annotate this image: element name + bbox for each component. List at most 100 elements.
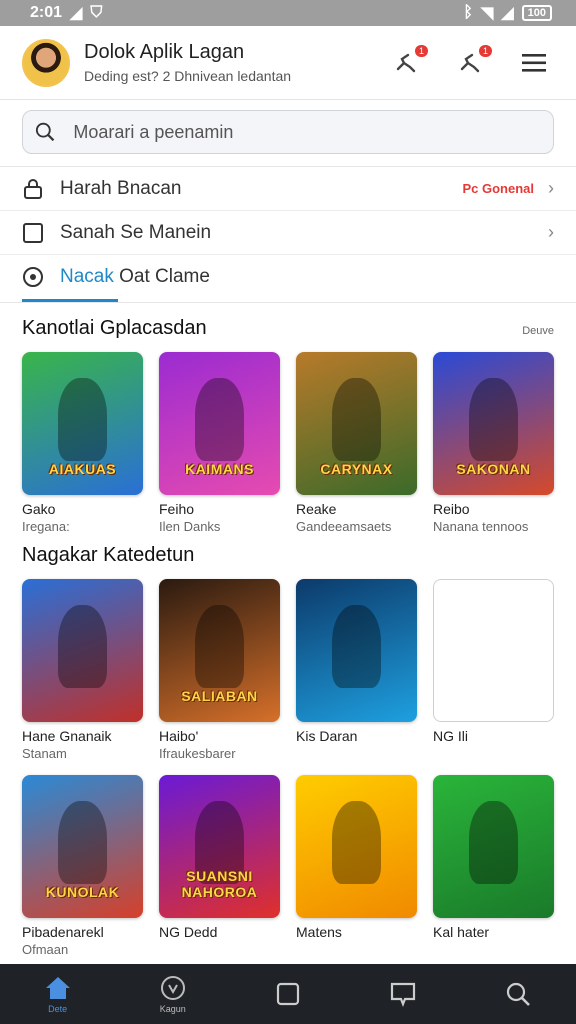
app-subtitle: Deding est? 2 Dhnivean ledantan: [84, 68, 292, 84]
app-thumbnail[interactable]: CARYNAX: [296, 352, 417, 495]
app-thumbnail[interactable]: [433, 775, 554, 918]
app-thumbnail[interactable]: AIAKUAS: [22, 352, 143, 495]
character-art: [332, 604, 381, 688]
notification-badge: 1: [414, 44, 428, 57]
app-card[interactable]: NG Ili: [433, 579, 554, 761]
app-thumbnail[interactable]: [433, 579, 554, 722]
app-card[interactable]: AIAKUAS Gako Iregana:: [22, 352, 143, 534]
nav-home[interactable]: Dete: [18, 975, 98, 1014]
app-card[interactable]: CARYNAX Reake Gandeeamsaets: [296, 352, 417, 534]
app-name: Kal hater: [433, 924, 490, 940]
notification-button-2[interactable]: 1: [450, 43, 492, 83]
notification-button-1[interactable]: 1: [386, 43, 428, 83]
menu-item-label: Sanah Se Manein: [60, 221, 212, 243]
app-subtitle: Gandeeamsaets: [296, 519, 392, 534]
app-card[interactable]: KUNOLAK Pibadenarekl Ofmaan: [22, 775, 143, 957]
app-grid-3: KUNOLAK Pibadenarekl Ofmaan SUANSNI NAHOROA…: [0, 775, 576, 957]
app-name: NG Ili: [433, 728, 468, 744]
bluetooth-icon: ᛒ: [463, 4, 474, 21]
divider: [0, 302, 576, 303]
nav-square[interactable]: [248, 981, 328, 1007]
menu-button[interactable]: [514, 43, 554, 83]
nav-search[interactable]: [478, 981, 558, 1007]
app-name: NG Dedd: [159, 924, 218, 940]
lock-icon: [24, 178, 42, 199]
section-header-2: Nagakar Katedetun: [0, 544, 576, 567]
battery-icon: 100: [521, 5, 552, 21]
nav-chat[interactable]: [363, 981, 443, 1007]
app-subtitle: Iregana:: [22, 519, 70, 534]
shield-icon: ⛉: [90, 4, 103, 21]
nav-badge[interactable]: Kagun: [133, 975, 213, 1014]
app-thumbnail[interactable]: KUNOLAK: [22, 775, 143, 918]
app-card[interactable]: SAKONAN Reibo Nanana tennoos: [433, 352, 554, 534]
app-thumbnail[interactable]: KAIMANS: [159, 352, 280, 495]
app-card[interactable]: Hane Gnanaik Stanam: [22, 579, 143, 761]
character-art: [469, 377, 518, 461]
menu-item-label-highlight: Nacak: [60, 266, 114, 287]
menu-item-label: Nacak Oat Clame: [60, 266, 554, 288]
app-subtitle: Ilen Danks: [159, 519, 221, 534]
hamburger-icon: [522, 53, 546, 72]
menu-item-label-rest: Oat Clame: [113, 266, 210, 287]
chevron-right-icon: ›: [548, 222, 554, 242]
search-input[interactable]: [73, 121, 541, 143]
app-name: Matens: [296, 924, 342, 940]
app-card[interactable]: SUANSNI NAHOROA NG Dedd: [159, 775, 280, 957]
menu-item-tag: Pc Gonenal: [462, 181, 534, 196]
app-card[interactable]: Kal hater: [433, 775, 554, 957]
app-name: Reibo: [433, 501, 470, 517]
app-header: Dolok Aplik Lagan Deding est? 2 Dhnivean…: [0, 26, 576, 100]
app-name: Haibo': [159, 728, 199, 744]
thumbnail-title: CARYNAX: [320, 461, 393, 477]
notification-badge: 1: [478, 44, 492, 57]
menu-item-1[interactable]: Harah Bnacan Pc Gonenal ›: [0, 167, 576, 211]
app-subtitle: Stanam: [22, 746, 67, 761]
search-bar[interactable]: [22, 110, 554, 154]
search-icon: [35, 122, 55, 142]
app-subtitle: Ifraukesbarer: [159, 746, 236, 761]
menu-item-2[interactable]: Sanah Se Manein ›: [0, 211, 576, 255]
app-card[interactable]: SALIABAN Haibo' Ifraukesbarer: [159, 579, 280, 761]
character-art: [469, 800, 518, 884]
app-grid-1: AIAKUAS Gako Iregana: KAIMANS Feiho Ilen Dank…: [0, 352, 576, 534]
checkbox-icon: [23, 222, 43, 243]
thumbnail-title: KUNOLAK: [45, 884, 120, 900]
character-art: [332, 800, 381, 884]
app-title: Dolok Aplik Lagan: [84, 41, 245, 63]
app-thumbnail[interactable]: [296, 579, 417, 722]
character-art: [58, 377, 107, 461]
badge-icon: [160, 975, 185, 1000]
app-thumbnail[interactable]: SAKONAN: [433, 352, 554, 495]
cell-icon: ◢: [501, 5, 514, 22]
nav-label: Kagun: [159, 1003, 186, 1014]
app-thumbnail[interactable]: SALIABAN: [159, 579, 280, 722]
home-icon: [45, 976, 70, 999]
app-card[interactable]: KAIMANS Feiho Ilen Danks: [159, 352, 280, 534]
app-name: Reake: [296, 501, 337, 517]
square-icon: [276, 982, 300, 1006]
character-art: [332, 377, 381, 461]
app-thumbnail[interactable]: [22, 579, 143, 722]
see-more-link[interactable]: Deuve: [522, 325, 554, 337]
thumbnail-title: SALIABAN: [181, 688, 258, 704]
avatar[interactable]: [22, 38, 70, 87]
character-art: [58, 800, 107, 884]
app-card[interactable]: Kis Daran: [296, 579, 417, 761]
thumbnail-title: SUANSNI NAHOROA: [181, 868, 258, 900]
app-thumbnail[interactable]: SUANSNI NAHOROA: [159, 775, 280, 918]
app-name: Hane Gnanaik: [22, 728, 112, 744]
menu-item-label: Harah Bnacan: [60, 177, 182, 199]
app-name: Kis Daran: [296, 728, 358, 744]
app-subtitle: Ofmaan: [22, 942, 69, 957]
app-thumbnail[interactable]: [296, 775, 417, 918]
app-name: Gako: [22, 501, 56, 517]
character-art: [195, 604, 244, 688]
title-block: Dolok Aplik Lagan Deding est? 2 Dhnivean…: [84, 41, 362, 84]
menu-list: Harah Bnacan Pc Gonenal › Sanah Se Manei…: [0, 166, 576, 303]
menu-item-3[interactable]: Nacak Oat Clame: [0, 255, 576, 299]
app-card[interactable]: Matens: [296, 775, 417, 957]
app-name: Feiho: [159, 501, 195, 517]
section-header-1: Kanotlai Gplacasdan Deuve: [0, 317, 576, 340]
radio-icon: [23, 267, 43, 287]
